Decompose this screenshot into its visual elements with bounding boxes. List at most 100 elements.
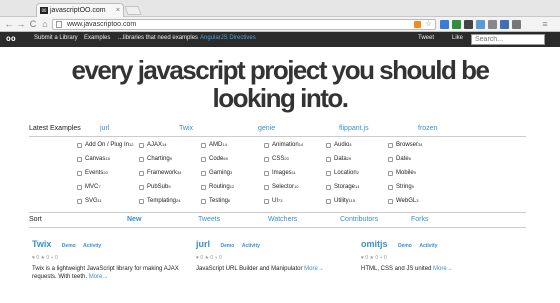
tag-checkbox[interactable]: Mobile 9	[388, 170, 416, 176]
nav-angularjs-directives[interactable]: AngularJS Directives	[200, 35, 256, 41]
tag-checkbox[interactable]: Code 69	[201, 156, 228, 162]
tag-checkbox[interactable]: String 9	[388, 184, 414, 190]
tweet-button[interactable]: Tweet	[418, 35, 434, 41]
checkbox[interactable]	[77, 184, 82, 190]
checkbox[interactable]	[201, 156, 206, 162]
menu-icon[interactable]: ≡	[540, 19, 550, 30]
extension-icon[interactable]	[488, 20, 497, 29]
tag-checkbox[interactable]: Charting 9	[139, 156, 172, 162]
checkbox[interactable]	[139, 198, 144, 204]
checkbox[interactable]	[201, 170, 206, 176]
checkbox[interactable]	[77, 142, 82, 148]
tag-checkbox[interactable]: Browser 34	[388, 142, 422, 148]
tag-checkbox[interactable]: MVC 7	[77, 184, 101, 190]
sort-option-tweets[interactable]: Tweets	[198, 216, 220, 223]
sort-option-watchers[interactable]: Watchers	[268, 216, 297, 223]
tag-checkbox[interactable]: Utility 115	[326, 198, 355, 204]
demo-link[interactable]: Demo	[220, 243, 234, 249]
checkbox[interactable]	[388, 184, 393, 190]
activity-link[interactable]: Activity	[83, 243, 101, 249]
tag-checkbox[interactable]: Location 2	[326, 170, 359, 176]
tag-checkbox[interactable]: Add On / Plug In 12	[77, 142, 133, 148]
project-name-link[interactable]: omitjs	[361, 239, 388, 249]
extension-icon[interactable]	[452, 20, 461, 29]
tag-checkbox[interactable]: Testing 6	[201, 198, 230, 204]
address-bar[interactable]: www.javascriptoo.com ☆	[52, 19, 436, 30]
extension-icon[interactable]	[512, 20, 521, 29]
checkbox[interactable]	[388, 156, 393, 162]
tag-checkbox[interactable]: Date 6	[388, 156, 411, 162]
tag-checkbox[interactable]: Events 20	[77, 170, 108, 176]
checkbox[interactable]	[264, 184, 269, 190]
checkbox[interactable]	[77, 198, 82, 204]
checkbox[interactable]	[77, 170, 82, 176]
forward-button[interactable]: →	[16, 19, 26, 30]
tag-checkbox[interactable]: CSS 20	[264, 156, 289, 162]
tag-checkbox[interactable]: Images 11	[264, 170, 296, 176]
nav-submit-library[interactable]: Submit a Library	[34, 35, 78, 41]
back-button[interactable]: ←	[4, 19, 14, 30]
latest-example-link[interactable]: flippant.js	[339, 125, 369, 132]
checkbox[interactable]	[326, 156, 331, 162]
home-button[interactable]: ⌂	[40, 19, 50, 30]
tag-checkbox[interactable]: Routing 12	[201, 184, 234, 190]
checkbox[interactable]	[388, 142, 393, 148]
checkbox[interactable]	[77, 156, 82, 162]
sort-option-new[interactable]: New	[127, 216, 141, 223]
tag-checkbox[interactable]: PubSub 9	[139, 184, 171, 190]
checkbox[interactable]	[139, 184, 144, 190]
sort-option-forks[interactable]: Forks	[411, 216, 429, 223]
checkbox[interactable]	[264, 142, 269, 148]
site-logo[interactable]: oo	[6, 34, 16, 43]
checkbox[interactable]	[264, 170, 269, 176]
latest-example-link[interactable]: genie	[258, 125, 275, 132]
more-link[interactable]: More→	[89, 274, 109, 280]
tag-checkbox[interactable]: Storage 14	[326, 184, 359, 190]
extension-icon[interactable]	[500, 20, 509, 29]
like-button[interactable]: Like	[452, 35, 463, 41]
bookmark-star-icon[interactable]: ☆	[425, 19, 432, 28]
tag-checkbox[interactable]: Templating 24	[139, 198, 180, 204]
sort-option-contributors[interactable]: Contributors	[340, 216, 378, 223]
demo-link[interactable]: Demo	[62, 243, 76, 249]
activity-link[interactable]: Activity	[242, 243, 260, 249]
extension-icon[interactable]	[476, 20, 485, 29]
activity-link[interactable]: Activity	[419, 243, 437, 249]
checkbox[interactable]	[264, 156, 269, 162]
more-link[interactable]: More→	[433, 266, 453, 272]
extension-icon[interactable]	[464, 20, 473, 29]
project-name-link[interactable]: Twix	[32, 239, 51, 249]
tag-checkbox[interactable]: Selector 10	[264, 184, 298, 190]
checkbox[interactable]	[201, 198, 206, 204]
latest-example-link[interactable]: Twix	[179, 125, 193, 132]
tag-checkbox[interactable]: Audio 4	[326, 142, 352, 148]
checkbox[interactable]	[388, 198, 393, 204]
checkbox[interactable]	[326, 170, 331, 176]
tag-checkbox[interactable]: AJAX 14	[139, 142, 166, 148]
tag-checkbox[interactable]: AMD 14	[201, 142, 227, 148]
nav-libraries-need-examples[interactable]: ...libraries that need examples	[118, 35, 198, 41]
checkbox[interactable]	[139, 142, 144, 148]
close-tab-icon[interactable]: ×	[116, 7, 120, 14]
tag-checkbox[interactable]: SVG 11	[77, 198, 102, 204]
browser-tab[interactable]: OO javascriptOO.com ×	[36, 3, 124, 17]
nav-examples[interactable]: Examples	[84, 35, 110, 41]
tag-checkbox[interactable]: Gaming 3	[201, 170, 232, 176]
extension-icon[interactable]	[440, 20, 449, 29]
checkbox[interactable]	[264, 198, 269, 204]
tag-checkbox[interactable]: Framework 34	[139, 170, 181, 176]
search-input[interactable]	[471, 34, 545, 45]
checkbox[interactable]	[139, 170, 144, 176]
tag-checkbox[interactable]: Animation 14	[264, 142, 303, 148]
latest-example-link[interactable]: frozen	[418, 125, 437, 132]
new-tab-button[interactable]	[124, 6, 142, 15]
tag-checkbox[interactable]: Data 29	[326, 156, 351, 162]
tag-checkbox[interactable]: WebGL 3	[388, 198, 418, 204]
more-link[interactable]: More→	[304, 266, 324, 272]
project-name-link[interactable]: jurl	[196, 239, 210, 249]
demo-link[interactable]: Demo	[398, 243, 412, 249]
checkbox[interactable]	[326, 142, 331, 148]
tag-checkbox[interactable]: UI 73	[264, 198, 282, 204]
tag-checkbox[interactable]: Canvas 18	[77, 156, 110, 162]
checkbox[interactable]	[388, 170, 393, 176]
